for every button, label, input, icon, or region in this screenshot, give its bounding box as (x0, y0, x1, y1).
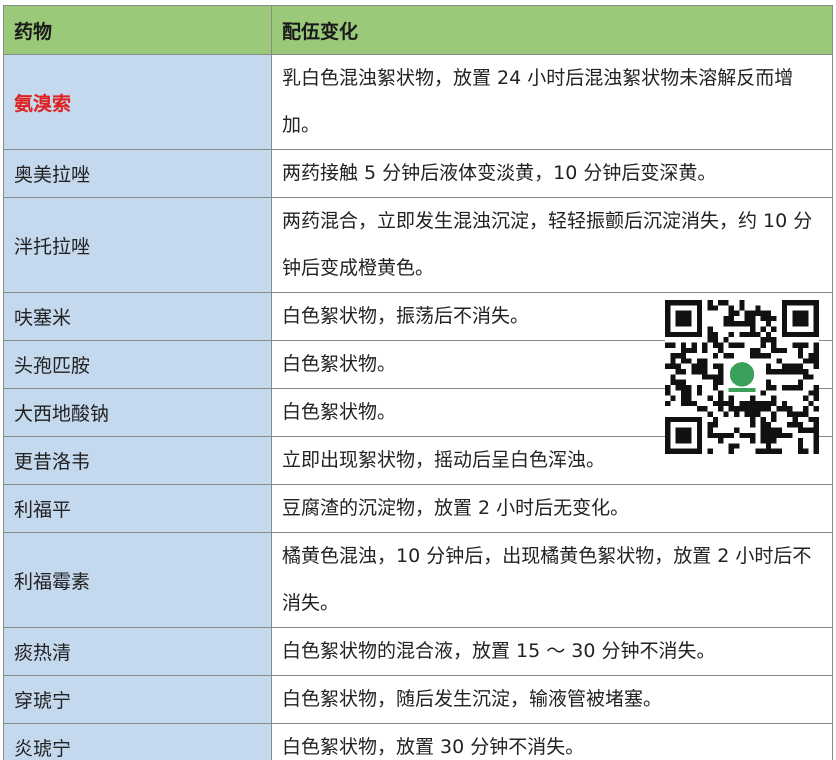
drug-cell: 痰热清 (3, 627, 272, 676)
change-cell: 白色絮状物，放置 30 分钟不消失。 (271, 723, 833, 760)
table-row: 利福霉素 橘黄色混浊，10 分钟后，出现橘黄色絮状物，放置 2 小时后不消失。 (3, 532, 833, 628)
header-drug: 药物 (3, 5, 272, 55)
qr-code-icon (665, 300, 819, 454)
drug-cell: 更昔洛韦 (3, 436, 272, 485)
drug-cell: 泮托拉唑 (3, 197, 272, 293)
drug-name: 利福平 (14, 499, 72, 521)
drug-cell: 利福霉素 (3, 532, 272, 628)
drug-cell: 头孢匹胺 (3, 340, 272, 389)
page: 药物 配伍变化 氨溴索 乳白色混浊絮状物，放置 24 小时后混浊絮状物未溶解反而… (0, 0, 836, 760)
change-cell: 豆腐渣的沉淀物，放置 2 小时后无变化。 (271, 484, 833, 533)
drug-name: 大西地酸钠 (14, 403, 110, 425)
drug-name: 呋塞米 (14, 307, 72, 329)
drug-cell: 大西地酸钠 (3, 388, 272, 437)
header-change: 配伍变化 (271, 5, 833, 55)
change-cell: 白色絮状物的混合液，放置 15 ～ 30 分钟不消失。 (271, 627, 833, 676)
drug-name: 痰热清 (14, 642, 72, 664)
change-cell: 白色絮状物，随后发生沉淀，输液管被堵塞。 (271, 675, 833, 724)
drug-name: 氨溴索 (14, 92, 72, 115)
table-row: 氨溴索 乳白色混浊絮状物，放置 24 小时后混浊絮状物未溶解反而增加。 (3, 54, 833, 150)
table-row: 痰热清 白色絮状物的混合液，放置 15 ～ 30 分钟不消失。 (3, 627, 833, 676)
drug-name: 奥美拉唑 (14, 164, 91, 186)
drug-name: 利福霉素 (14, 570, 91, 593)
table-row: 泮托拉唑 两药混合，立即发生混浊沉淀，轻轻振颤后沉淀消失，约 10 分钟后变成橙… (3, 197, 833, 293)
table-row: 奥美拉唑 两药接触 5 分钟后液体变淡黄，10 分钟后变深黄。 (3, 149, 833, 198)
drug-name: 更昔洛韦 (14, 451, 91, 473)
drug-cell: 炎琥宁 (3, 723, 272, 760)
drug-cell: 穿琥宁 (3, 675, 272, 724)
drug-name: 穿琥宁 (14, 690, 72, 712)
table-row: 穿琥宁 白色絮状物，随后发生沉淀，输液管被堵塞。 (3, 675, 833, 724)
drug-cell: 奥美拉唑 (3, 149, 272, 198)
drug-name: 泮托拉唑 (14, 235, 91, 258)
drug-cell: 呋塞米 (3, 292, 272, 341)
change-cell: 两药接触 5 分钟后液体变淡黄，10 分钟后变深黄。 (271, 149, 833, 198)
drug-cell: 利福平 (3, 484, 272, 533)
drug-name: 炎琥宁 (14, 738, 72, 760)
change-cell: 两药混合，立即发生混浊沉淀，轻轻振颤后沉淀消失，约 10 分钟后变成橙黄色。 (271, 197, 833, 293)
table-row: 利福平 豆腐渣的沉淀物，放置 2 小时后无变化。 (3, 484, 833, 533)
table-row: 炎琥宁 白色絮状物，放置 30 分钟不消失。 (3, 723, 833, 760)
change-cell: 橘黄色混浊，10 分钟后，出现橘黄色絮状物，放置 2 小时后不消失。 (271, 532, 833, 628)
table-header-row: 药物 配伍变化 (3, 5, 833, 55)
drug-cell: 氨溴索 (3, 54, 272, 150)
drug-name: 头孢匹胺 (14, 355, 91, 377)
change-cell: 乳白色混浊絮状物，放置 24 小时后混浊絮状物未溶解反而增加。 (271, 54, 833, 150)
